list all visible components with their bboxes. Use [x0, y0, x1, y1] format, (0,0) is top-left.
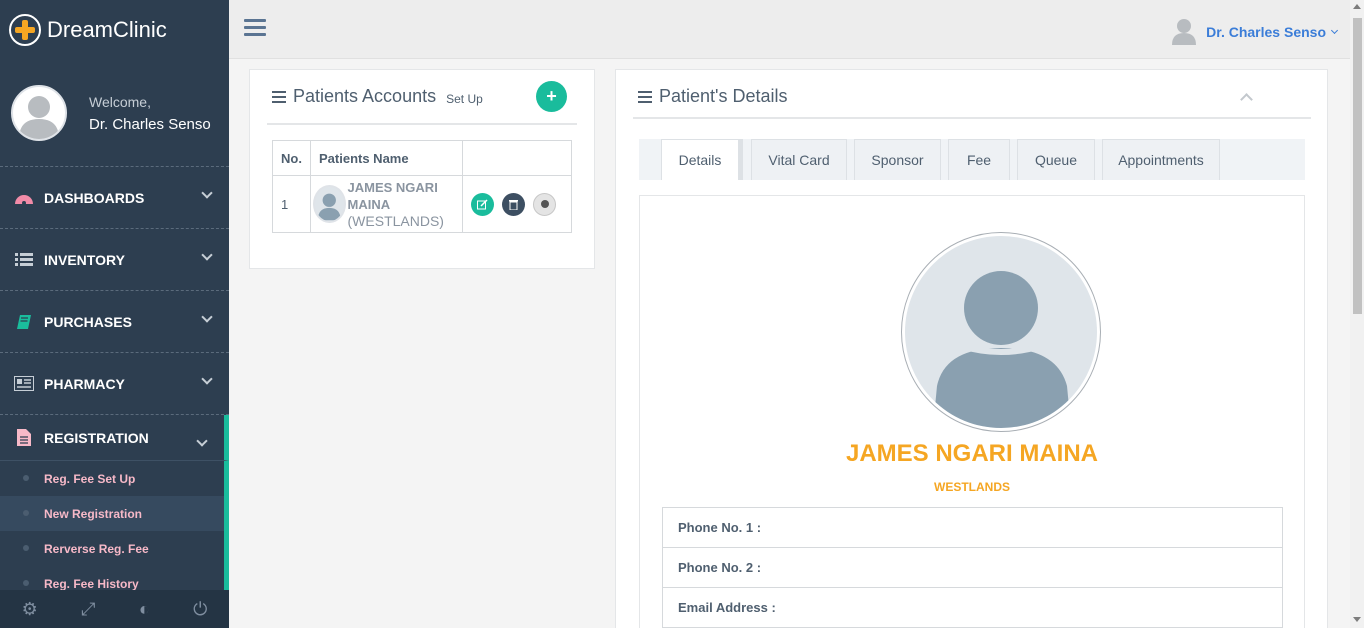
select-radio[interactable] [533, 192, 556, 216]
registration-submenu: Reg. Fee Set Up New Registration Rervers… [0, 461, 229, 601]
edit-button[interactable] [471, 192, 494, 216]
gear-icon[interactable]: ⚙ [22, 599, 38, 620]
brand-name: DreamClinic [47, 17, 167, 42]
submenu-item-new-registration[interactable]: New Registration [0, 496, 224, 531]
sidebar: DreamClinic Welcome, Dr. Charles Senso D… [0, 0, 229, 628]
chevron-down-icon [201, 311, 213, 323]
user-name: Dr. Charles Senso [1206, 23, 1326, 40]
sidebar-profile: Welcome, Dr. Charles Senso [0, 60, 229, 167]
sidebar-item-label: INVENTORY [44, 251, 125, 268]
avatar [11, 85, 67, 141]
tab-sponsor[interactable]: Sponsor [854, 139, 941, 180]
patient-info-table: Phone No. 1 : Phone No. 2 : Email Addres… [662, 507, 1283, 628]
document-icon [13, 429, 35, 447]
user-silhouette-icon [933, 271, 1071, 428]
profile-name: Dr. Charles Senso [89, 115, 211, 133]
sidebar-item-inventory[interactable]: INVENTORY [0, 229, 229, 291]
table-row[interactable]: 1 JAMES NGARI MAINA (WESTLANDS) [272, 175, 572, 233]
column-header-name: Patients Name [310, 140, 463, 176]
patient-full-name: JAMES NGARI MAINA [845, 440, 1098, 467]
submenu-item-reverse-reg-fee[interactable]: Rerverse Reg. Fee [0, 531, 224, 566]
scrollbar-thumb[interactable] [1353, 18, 1362, 314]
user-silhouette-icon [317, 193, 341, 221]
delete-button[interactable] [502, 192, 525, 216]
divider [633, 117, 1311, 119]
phone-2-row: Phone No. 2 : [663, 548, 1282, 588]
eye-slash-icon[interactable]: ◐ [139, 599, 150, 620]
column-header-actions [462, 140, 572, 176]
trash-icon [509, 199, 518, 210]
tab-queue[interactable]: Queue [1017, 139, 1095, 180]
scroll-up-arrow-icon[interactable] [1353, 4, 1361, 9]
book-icon [13, 313, 35, 331]
bars-icon [272, 90, 286, 103]
column-header-no: No. [272, 140, 311, 176]
patient-location-label: WESTLANDS [934, 480, 1010, 494]
setup-label: Set Up [446, 91, 483, 106]
bars-icon [638, 90, 652, 103]
user-silhouette-icon [19, 96, 59, 139]
submenu-item-reg-fee-setup[interactable]: Reg. Fee Set Up [0, 461, 224, 496]
sidebar-item-pharmacy[interactable]: PHARMACY [0, 353, 229, 415]
tab-details[interactable]: Details [661, 139, 743, 180]
fullscreen-icon[interactable]: ⤢ [81, 599, 95, 620]
scrollbar[interactable] [1350, 0, 1364, 628]
sidebar-item-dashboards[interactable]: DASHBOARDS [0, 167, 229, 229]
email-row: Email Address : [663, 588, 1282, 628]
brand[interactable]: DreamClinic [0, 0, 229, 60]
phone-1-row: Phone No. 1 : [663, 508, 1282, 548]
panel-title: Patient's Details [659, 86, 788, 106]
tab-appointments[interactable]: Appointments [1102, 139, 1220, 180]
sidebar-item-label: PHARMACY [44, 375, 125, 392]
patients-accounts-panel: Patients Accounts Set Up + No. Patients … [249, 69, 595, 269]
sidebar-item-label: DASHBOARDS [44, 189, 145, 206]
add-patient-button[interactable]: + [536, 81, 567, 112]
edit-icon [477, 198, 488, 209]
details-tabs: Details Vital Card Sponsor Fee Queue App… [639, 139, 1305, 180]
patient-avatar [313, 185, 346, 223]
chevron-up-icon[interactable] [1240, 93, 1253, 106]
chevron-down-icon [201, 249, 213, 261]
tab-vital-card[interactable]: Vital Card [751, 139, 847, 180]
power-icon[interactable]: ⏻ [193, 599, 207, 620]
patient-details-panel: Patient's Details Details Vital Card Spo… [615, 69, 1328, 628]
panel-title: Patients Accounts [293, 86, 437, 106]
dashboard-icon [13, 189, 35, 207]
plus-logo-icon [9, 14, 41, 46]
tab-fee[interactable]: Fee [948, 139, 1010, 180]
chevron-down-icon [196, 435, 208, 447]
chevron-down-icon [201, 373, 213, 385]
sidebar-item-label: PURCHASES [44, 313, 132, 330]
list-icon [13, 251, 35, 269]
user-menu[interactable]: Dr. Charles Senso [1172, 18, 1339, 45]
newspaper-icon [13, 375, 35, 393]
user-icon [1172, 19, 1197, 45]
patient-photo [901, 232, 1101, 432]
topbar: Dr. Charles Senso [229, 0, 1350, 59]
patients-table: No. Patients Name 1 JAMES NGARI MAINA (W… [272, 140, 572, 233]
sidebar-footer: ⚙ ⤢ ◐ ⏻ [0, 590, 229, 628]
patient-name[interactable]: JAMES NGARI MAINA [348, 179, 462, 213]
row-number: 1 [272, 175, 311, 233]
scroll-down-arrow-icon[interactable] [1353, 617, 1361, 622]
details-content: JAMES NGARI MAINA WESTLANDS Phone No. 1 … [639, 195, 1305, 628]
welcome-text: Welcome, [89, 93, 151, 110]
patient-location: (WESTLANDS) [347, 213, 444, 229]
sidebar-item-label: REGISTRATION [44, 429, 149, 446]
chevron-down-icon [201, 187, 213, 199]
table-header: No. Patients Name [272, 140, 572, 176]
sidebar-item-registration[interactable]: REGISTRATION [0, 415, 229, 461]
sidebar-item-purchases[interactable]: PURCHASES [0, 291, 229, 353]
divider [267, 123, 577, 125]
hamburger-menu-icon[interactable] [244, 19, 266, 37]
chevron-down-icon [1330, 26, 1339, 34]
